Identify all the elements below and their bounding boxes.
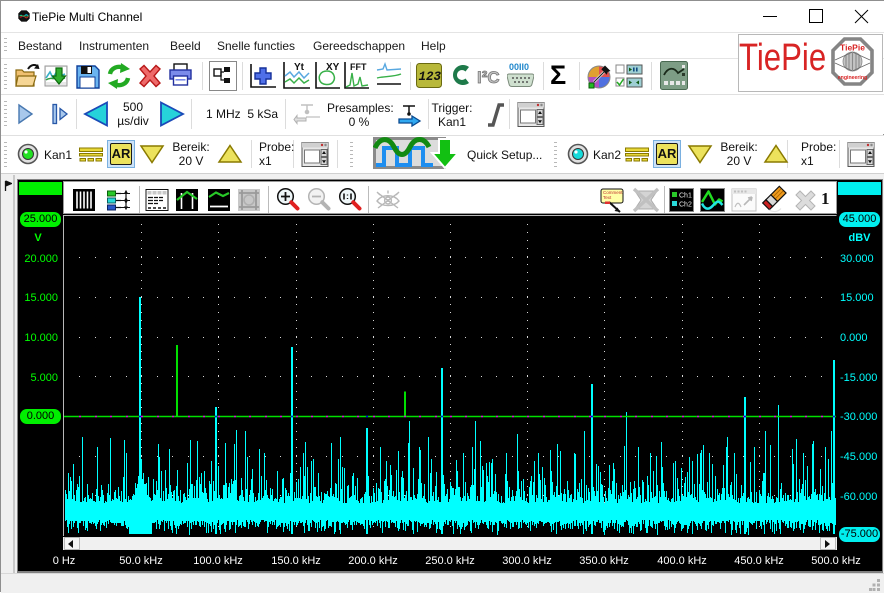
svg-text:Ch2: Ch2 xyxy=(679,202,692,209)
svg-text:engineering: engineering xyxy=(838,75,867,81)
svg-text:I²C: I²C xyxy=(477,68,500,87)
svg-text:FFT: FFT xyxy=(350,62,367,72)
svg-text:123: 123 xyxy=(419,70,442,84)
svg-text:TiePie: TiePie xyxy=(840,43,865,53)
svg-text:00II0: 00II0 xyxy=(509,62,529,72)
svg-text:Ch1: Ch1 xyxy=(679,193,692,200)
svg-text:Text: Text xyxy=(603,195,612,200)
